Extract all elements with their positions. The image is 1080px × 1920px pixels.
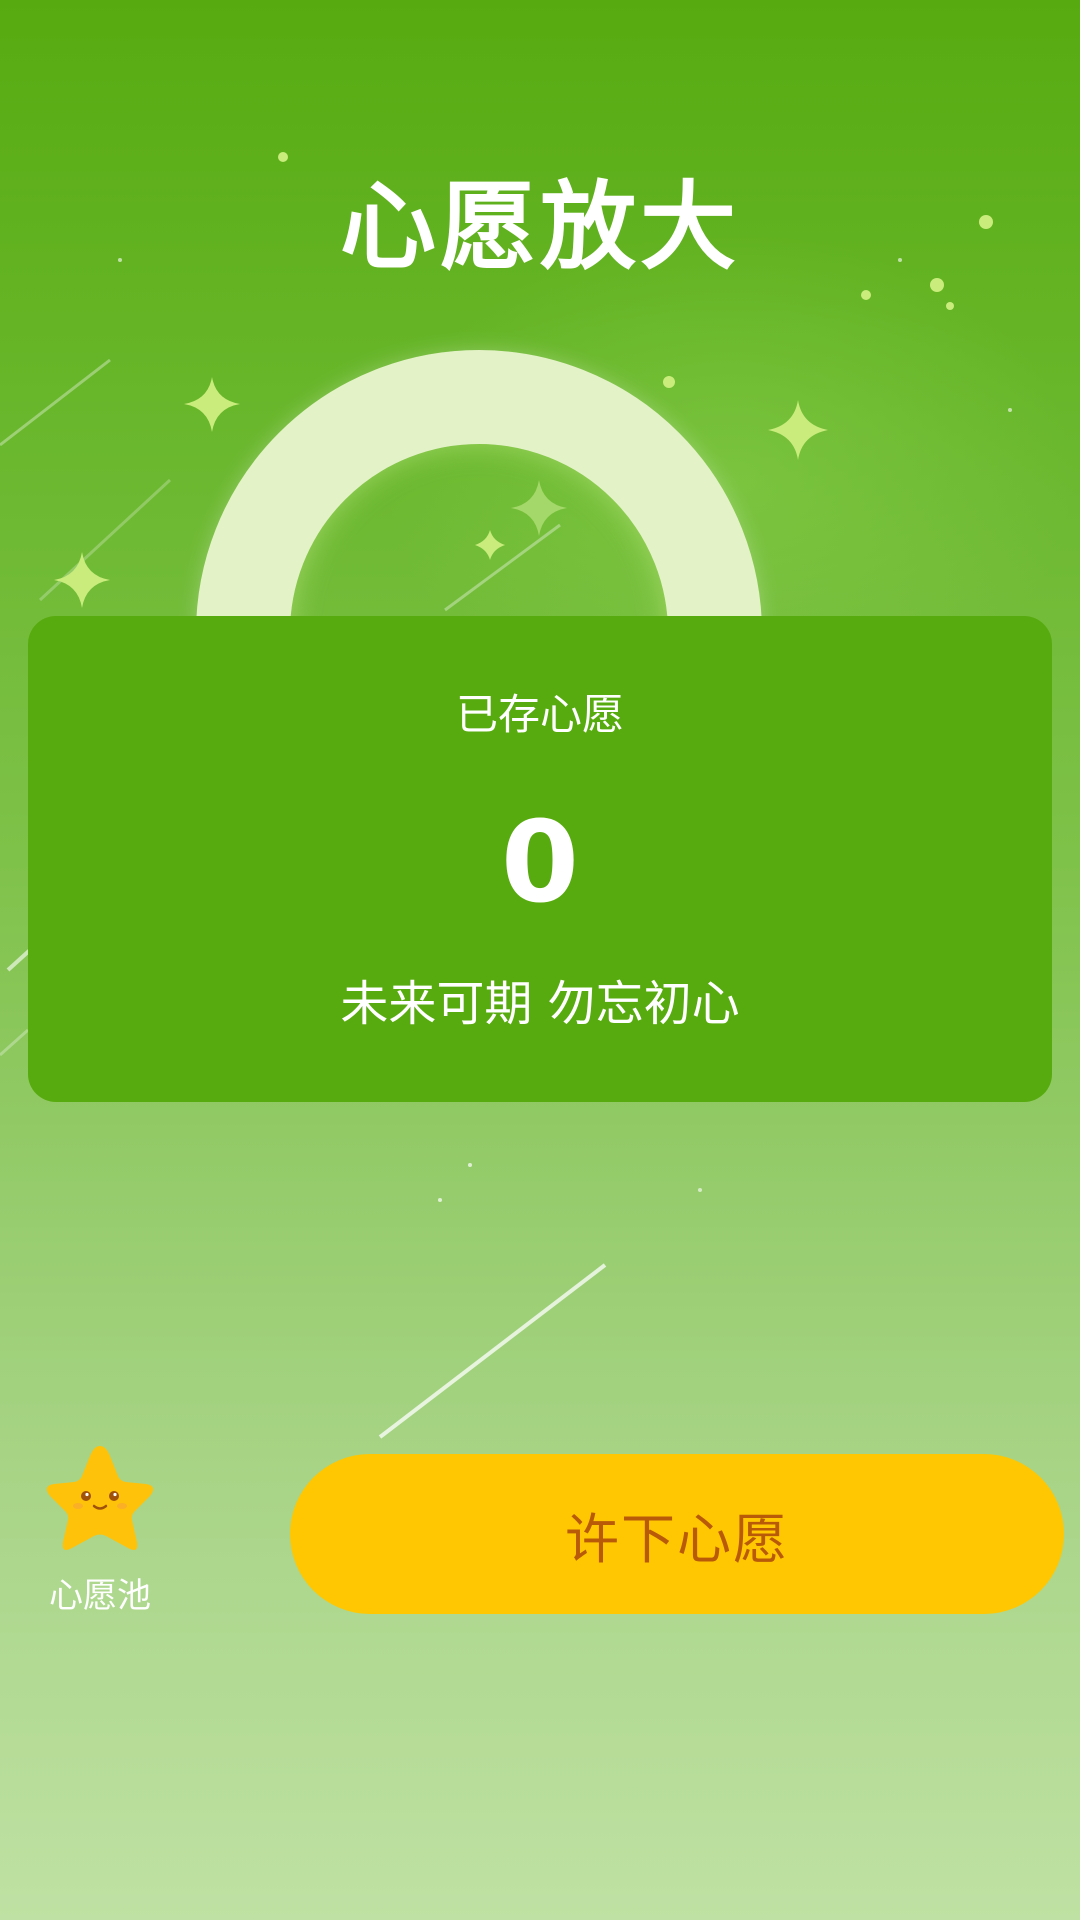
saved-wishes-label: 已存心愿 — [455, 690, 624, 739]
wish-slogan: 未来可期 勿忘初心 — [340, 976, 740, 1032]
make-wish-button[interactable]: 许下心愿 — [290, 1454, 1064, 1614]
wish-pool-label: 心愿池 — [49, 1576, 151, 1616]
wish-pool-button[interactable]: 心愿池 — [30, 1440, 170, 1620]
wish-summary-card: 已存心愿 0 未来可期 勿忘初心 — [28, 616, 1052, 1102]
page-title: 心愿放大 — [340, 171, 740, 283]
star-mascot-icon — [46, 1446, 154, 1550]
page: 心愿放大 已存心愿 0 未来可期 勿忘初心 心愿池 许下心愿 — [0, 0, 1080, 1920]
saved-wishes-count: 0 — [501, 798, 579, 928]
